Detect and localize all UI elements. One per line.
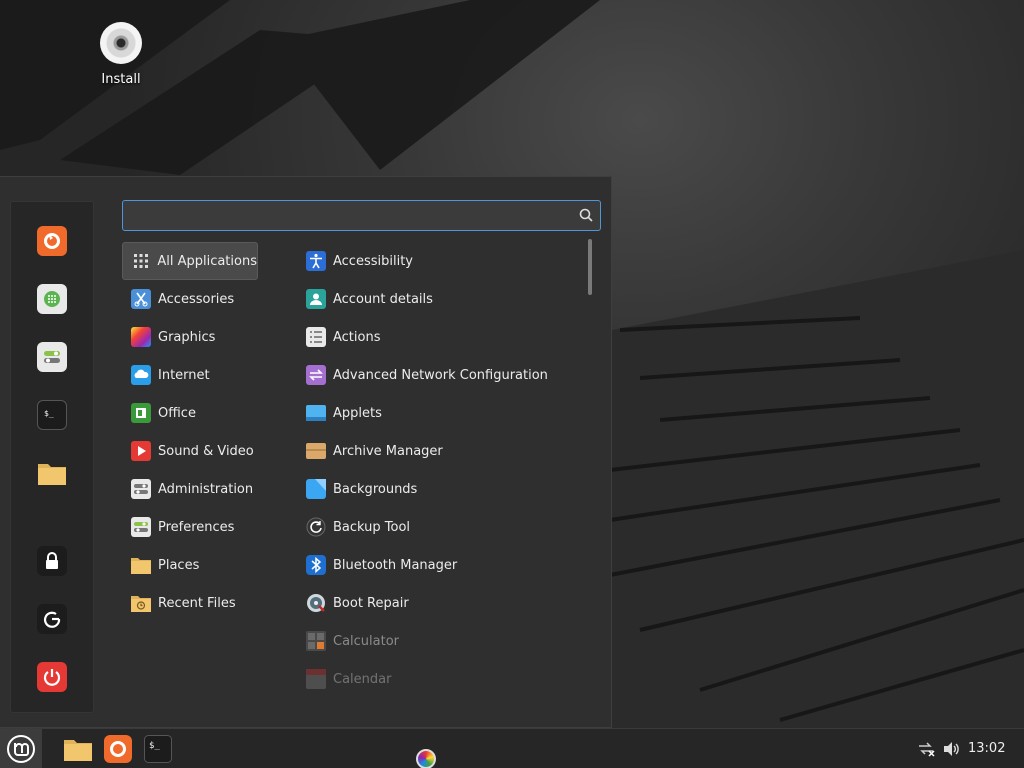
favorites-sidebar: $_	[10, 201, 94, 713]
taskbar-files-launcher[interactable]	[62, 733, 94, 765]
app-applets[interactable]: Applets	[297, 394, 577, 432]
clock[interactable]: 13:02	[968, 741, 1005, 756]
app-calculator[interactable]: Calculator	[297, 622, 577, 660]
category-label: Sound & Video	[158, 443, 254, 459]
app-label: Calendar	[333, 671, 392, 687]
category-internet[interactable]: Internet	[122, 356, 258, 394]
terminal-icon: $_	[144, 735, 172, 763]
category-label: Graphics	[158, 329, 216, 345]
app-label: Account details	[333, 291, 433, 307]
category-label: Internet	[158, 367, 210, 383]
applets-icon	[305, 402, 327, 424]
category-all-applications[interactable]: All Applications	[122, 242, 258, 280]
lock-screen-icon[interactable]	[37, 546, 67, 576]
taskbar: $_ 13:02	[0, 728, 1024, 768]
recent-folder-icon	[130, 592, 152, 614]
app-label: Calculator	[333, 633, 400, 649]
app-list-scrollbar[interactable]	[588, 239, 592, 295]
play-icon	[130, 440, 152, 462]
app-label: Advanced Network Configuration	[333, 367, 548, 383]
category-label: Places	[158, 557, 200, 573]
mint-logo-icon	[7, 735, 35, 763]
app-account-details[interactable]: Account details	[297, 280, 577, 318]
app-bluetooth-manager[interactable]: Bluetooth Manager	[297, 546, 577, 584]
archive-icon	[305, 440, 327, 462]
app-label: Boot Repair	[333, 595, 409, 611]
app-label: Bluetooth Manager	[333, 557, 458, 573]
grid-icon	[131, 250, 151, 272]
network-config-icon	[305, 364, 327, 386]
shutdown-icon[interactable]	[37, 662, 67, 692]
category-administration[interactable]: Administration	[122, 470, 258, 508]
category-recent-files[interactable]: Recent Files	[122, 584, 258, 622]
app-advanced-network-configuration[interactable]: Advanced Network Configuration	[297, 356, 577, 394]
accessibility-icon	[305, 250, 327, 272]
calculator-icon	[305, 630, 327, 652]
office-icon	[130, 402, 152, 424]
software-manager-icon[interactable]	[37, 284, 67, 314]
search-input[interactable]	[131, 205, 571, 227]
account-icon	[305, 288, 327, 310]
category-accessories[interactable]: Accessories	[122, 280, 258, 318]
desktop-install-icon[interactable]: Install	[88, 22, 154, 87]
volume-icon[interactable]	[942, 739, 962, 759]
category-sound-video[interactable]: Sound & Video	[122, 432, 258, 470]
app-backup-tool[interactable]: Backup Tool	[297, 508, 577, 546]
application-list: Accessibility Account details Actions Ad…	[297, 242, 587, 690]
app-label: Applets	[333, 405, 382, 421]
category-label: Recent Files	[158, 595, 236, 611]
category-label: All Applications	[157, 253, 257, 269]
files-icon	[64, 740, 92, 761]
admin-icon	[130, 478, 152, 500]
category-label: Preferences	[158, 519, 235, 535]
app-label: Archive Manager	[333, 443, 443, 459]
menu-button[interactable]	[0, 729, 42, 768]
network-disconnected-icon[interactable]	[916, 739, 936, 759]
svg-text:$_: $_	[149, 741, 160, 751]
system-settings-icon[interactable]	[37, 342, 67, 372]
logout-icon[interactable]	[37, 604, 67, 634]
svg-text:$_: $_	[44, 409, 54, 418]
category-label: Accessories	[158, 291, 235, 307]
app-actions[interactable]: Actions	[297, 318, 577, 356]
category-office[interactable]: Office	[122, 394, 258, 432]
scissors-icon	[130, 288, 152, 310]
files-icon[interactable]	[37, 458, 67, 488]
app-label: Backgrounds	[333, 481, 418, 497]
backup-icon	[305, 516, 327, 538]
app-archive-manager[interactable]: Archive Manager	[297, 432, 577, 470]
app-calendar[interactable]: Calendar	[297, 660, 577, 690]
app-label: Accessibility	[333, 253, 413, 269]
app-backgrounds[interactable]: Backgrounds	[297, 470, 577, 508]
search-icon[interactable]	[579, 208, 593, 226]
app-label: Backup Tool	[333, 519, 411, 535]
bluetooth-icon	[305, 554, 327, 576]
category-label: Administration	[158, 481, 254, 497]
desktop-icon-label: Install	[101, 72, 141, 87]
preferences-icon	[130, 516, 152, 538]
disc-icon	[100, 22, 142, 64]
category-places[interactable]: Places	[122, 546, 258, 584]
firefox-icon	[104, 735, 132, 763]
boot-repair-icon	[305, 592, 327, 614]
terminal-icon[interactable]: $_	[37, 400, 67, 430]
actions-icon	[305, 326, 327, 348]
search-box[interactable]	[122, 200, 601, 231]
graphics-icon	[130, 326, 152, 348]
color-picker-icon[interactable]	[416, 749, 436, 768]
taskbar-terminal-launcher[interactable]: $_	[142, 733, 174, 765]
category-label: Office	[158, 405, 196, 421]
application-menu: $_ All Applications Accessories Graphics…	[0, 176, 612, 728]
category-preferences[interactable]: Preferences	[122, 508, 258, 546]
folder-icon	[130, 554, 152, 576]
app-label: Actions	[333, 329, 381, 345]
app-accessibility[interactable]: Accessibility	[297, 242, 577, 280]
calendar-icon	[305, 668, 327, 690]
category-graphics[interactable]: Graphics	[122, 318, 258, 356]
backgrounds-icon	[305, 478, 327, 500]
app-boot-repair[interactable]: Boot Repair	[297, 584, 577, 622]
firefox-icon[interactable]	[37, 226, 67, 256]
cloud-icon	[130, 364, 152, 386]
taskbar-firefox-launcher[interactable]	[102, 733, 134, 765]
